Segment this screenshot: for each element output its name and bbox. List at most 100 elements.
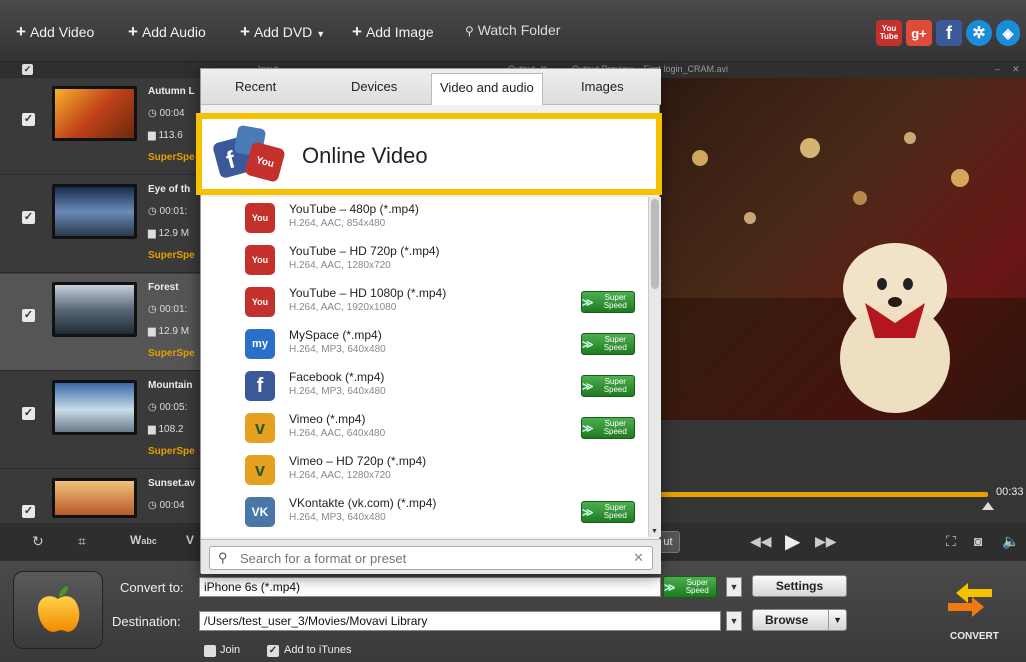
convert-to-dropdown[interactable]: ▼ bbox=[726, 577, 742, 597]
superspeed-badge: SuperSpe bbox=[148, 446, 195, 457]
video-thumbnail bbox=[52, 184, 137, 239]
scrollbar-thumb[interactable] bbox=[651, 199, 659, 289]
add-to-itunes-checkbox[interactable]: ✓ bbox=[267, 645, 279, 657]
superspeed-text: Super Speed bbox=[603, 419, 627, 436]
minimize-icon[interactable]: – bbox=[995, 64, 1000, 74]
myspace-icon: my bbox=[245, 329, 275, 359]
select-all-checkbox[interactable]: ✓ bbox=[22, 64, 33, 75]
settings-gear-icon[interactable]: ✲ bbox=[966, 20, 992, 46]
watch-folder-button[interactable]: ⚲ Watch Folder bbox=[465, 22, 560, 38]
preset-item[interactable]: v Vimeo – HD 720p (*.mp4) H.264, AAC, 12… bbox=[201, 449, 648, 491]
online-video-category[interactable]: f You Online Video bbox=[196, 113, 662, 195]
timeline-progress[interactable] bbox=[660, 492, 988, 497]
superspeed-text: Super Speed bbox=[603, 293, 627, 310]
clear-search-icon[interactable]: ✕ bbox=[633, 550, 644, 566]
convert-arrows-icon bbox=[948, 583, 992, 617]
add-audio-label: Add Audio bbox=[141, 24, 206, 40]
list-item[interactable]: ✓ Autumn L ◷ 00:04 ▆ 113.6 SuperSpe bbox=[0, 78, 200, 175]
destination-dropdown[interactable]: ▼ bbox=[726, 611, 742, 631]
video-preview bbox=[660, 78, 1026, 420]
convert-to-field[interactable]: iPhone 6s (*.mp4) bbox=[199, 577, 661, 597]
category-title: Online Video bbox=[302, 143, 428, 168]
list-item[interactable]: ✓ Forest ◷ 00:01: ▆ 12.9 M SuperSpe bbox=[0, 274, 200, 371]
preset-item[interactable]: v Vimeo (*.mp4) H.264, AAC, 640x480 ≫ Sup… bbox=[201, 407, 648, 449]
google-plus-icon-label: g+ bbox=[911, 25, 927, 41]
search-icon: ⚲ bbox=[218, 550, 228, 565]
youtube-icon-label: You Tube bbox=[879, 24, 899, 41]
preset-name: Facebook (*.mp4) bbox=[289, 370, 385, 384]
arrow-icon: ≫ bbox=[582, 380, 594, 393]
list-item[interactable]: ✓ Mountain ◷ 00:05: ▆ 108.2 SuperSpe bbox=[0, 372, 200, 469]
tab-recent[interactable]: Recent bbox=[235, 79, 276, 94]
close-preview-icon[interactable]: ✕ bbox=[1012, 64, 1020, 75]
file-list: ✓ Autumn L ◷ 00:04 ▆ 113.6 SuperSpe ✓ Ey… bbox=[0, 78, 200, 523]
play-icon[interactable]: ▶ bbox=[785, 529, 800, 554]
rotate-icon[interactable]: ↻ bbox=[32, 533, 44, 550]
video-thumbnail bbox=[52, 86, 137, 141]
add-video-button[interactable]: + Add Video bbox=[16, 22, 94, 42]
tab-images[interactable]: Images bbox=[581, 79, 624, 94]
superspeed-badge: ≫ Super Speed bbox=[581, 291, 635, 313]
google-plus-icon[interactable]: g+ bbox=[906, 20, 932, 46]
add-image-button[interactable]: + Add Image bbox=[352, 22, 434, 42]
preset-item[interactable]: f Facebook (*.mp4) H.264, MP3, 640x480 ≫… bbox=[201, 365, 648, 407]
file-checkbox[interactable]: ✓ bbox=[22, 505, 35, 518]
convert-panel: Convert to: iPhone 6s (*.mp4) ≫ Super Spe… bbox=[0, 561, 1026, 662]
list-item[interactable]: ✓ Eye of th ◷ 00:01: ▆ 12.9 M SuperSpe bbox=[0, 176, 200, 273]
superspeed-text: Super Speed bbox=[603, 503, 627, 520]
crop-icon[interactable]: ⌗ bbox=[78, 533, 86, 550]
facebook-icon[interactable]: f bbox=[936, 20, 962, 46]
tab-video-and-audio[interactable]: Video and audio bbox=[431, 73, 543, 105]
file-name: Mountain bbox=[148, 380, 193, 391]
superspeed-badge: SuperSpe bbox=[148, 348, 195, 359]
format-popup: Recent Devices Video and audio Images f … bbox=[196, 68, 662, 574]
browse-button[interactable]: Browse ▼ bbox=[752, 609, 847, 631]
preset-name: YouTube – HD 720p (*.mp4) bbox=[289, 244, 440, 258]
file-size: ▆ 12.9 M bbox=[148, 326, 190, 337]
snapshot-icon[interactable]: ◙ bbox=[974, 533, 982, 549]
size-value: 12.9 M bbox=[158, 228, 190, 239]
convert-button[interactable] bbox=[946, 581, 994, 621]
plus-icon: + bbox=[128, 22, 138, 41]
tab-devices[interactable]: Devices bbox=[351, 79, 397, 94]
preset-item[interactable]: You YouTube – HD 720p (*.mp4) H.264, AAC… bbox=[201, 239, 648, 281]
search-icon: ⚲ bbox=[465, 24, 474, 38]
file-duration: ◷ 00:04 bbox=[148, 500, 185, 511]
duration-value: 00:05: bbox=[159, 402, 188, 413]
volume-icon[interactable]: 🔈 bbox=[1002, 533, 1019, 550]
preset-item[interactable]: You YouTube – 480p (*.mp4) H.264, AAC, 8… bbox=[201, 197, 648, 239]
preset-item[interactable]: my MySpace (*.mp4) H.264, MP3, 640x480 ≫… bbox=[201, 323, 648, 365]
join-checkbox[interactable] bbox=[204, 645, 216, 657]
playhead-icon[interactable] bbox=[982, 502, 994, 510]
list-item[interactable]: ✓ Sunset.av ◷ 00:04 bbox=[0, 470, 200, 523]
preset-scrollbar[interactable]: ▼ bbox=[648, 197, 661, 537]
search-input[interactable] bbox=[240, 550, 620, 566]
file-checkbox[interactable]: ✓ bbox=[22, 407, 35, 420]
fast-forward-icon[interactable]: ▶▶ bbox=[815, 533, 837, 550]
youtube-icon[interactable]: You Tube bbox=[876, 20, 902, 46]
youtube-icon: You bbox=[245, 287, 275, 317]
movavi-icon[interactable]: ◈ bbox=[996, 20, 1020, 46]
preset-item[interactable]: You YouTube – HD 1080p (*.mp4) H.264, AA… bbox=[201, 281, 648, 323]
fullscreen-icon[interactable]: ⛶ bbox=[946, 533, 956, 550]
device-preset-button[interactable] bbox=[13, 571, 103, 649]
watermark-sub-label: abc bbox=[141, 536, 157, 546]
preset-details: H.264, MP3, 640x480 bbox=[289, 344, 386, 355]
youtube-icon: You bbox=[245, 203, 275, 233]
file-checkbox[interactable]: ✓ bbox=[22, 211, 35, 224]
scroll-down-icon[interactable]: ▼ bbox=[651, 528, 658, 535]
top-toolbar: + Add Video + Add Audio + Add DVD ▼ + Add Im… bbox=[0, 0, 1026, 62]
watermark-button[interactable]: Wabc bbox=[130, 533, 157, 547]
settings-button[interactable]: Settings bbox=[752, 575, 847, 597]
apple-icon bbox=[37, 586, 80, 632]
file-checkbox[interactable]: ✓ bbox=[22, 113, 35, 126]
rewind-icon[interactable]: ◀◀ bbox=[750, 533, 772, 550]
preset-item[interactable]: VK VKontakte (vk.com) (*.mp4) H.264, MP3… bbox=[201, 491, 648, 533]
destination-field[interactable]: /Users/test_user_3/Movies/Movavi Library bbox=[199, 611, 721, 631]
add-dvd-button[interactable]: + Add DVD ▼ bbox=[240, 22, 325, 42]
video-thumbnail bbox=[52, 282, 137, 337]
file-name: Autumn L bbox=[148, 86, 195, 97]
more-tools-button[interactable]: V bbox=[186, 533, 194, 547]
file-checkbox[interactable]: ✓ bbox=[22, 309, 35, 322]
add-audio-button[interactable]: + Add Audio bbox=[128, 22, 206, 42]
